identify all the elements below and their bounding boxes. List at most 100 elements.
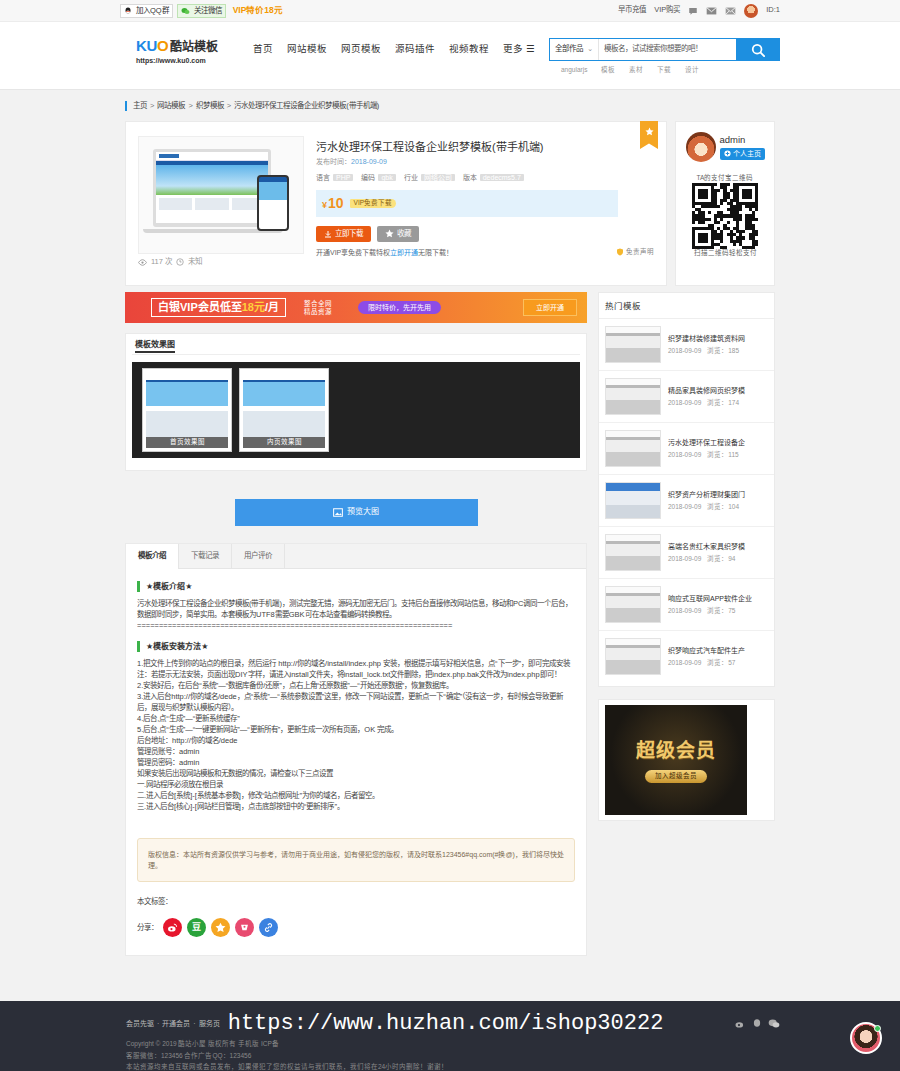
install-line: 注：若提示无法安装，页面出现DIY字样，请进入install文件夹，将insta… xyxy=(137,669,575,680)
meta-value: gbk xyxy=(378,174,395,181)
author-name[interactable]: admin xyxy=(720,134,746,147)
tab[interactable]: 下载记录 xyxy=(179,544,232,568)
install-line: 3.进入后台http://你的域名/dede，点“系统”—“系统参数设置”这里，… xyxy=(137,691,575,713)
mock-logo xyxy=(159,154,179,158)
search-input[interactable] xyxy=(599,39,736,60)
vip-ad-button[interactable]: 加入超级会员 xyxy=(645,770,707,783)
download-icon xyxy=(324,230,332,238)
header: KUO酷站模板https://www.ku0.com 首页网站模板网页模板源码插件… xyxy=(0,22,900,90)
hot-item-meta: 2018-09-09浏览：185 xyxy=(668,347,768,356)
hot-thumb xyxy=(605,430,661,467)
nav-item[interactable]: 更多 ☰ xyxy=(503,43,534,61)
hot-item-title: 精品家具装修网页织梦模 xyxy=(668,386,768,395)
hot-item[interactable]: 织梦资产分析理财集团门2018-09-09浏览：104 xyxy=(599,475,774,527)
search-button[interactable] xyxy=(736,39,779,60)
crumb-item[interactable]: 网站模板 xyxy=(157,101,185,110)
hot-item[interactable]: 织梦响应式汽车配件生产2018-09-09浏览：57 xyxy=(599,631,774,682)
download-button[interactable]: 立即下载 xyxy=(316,226,371,242)
hot-word[interactable]: 模板 xyxy=(601,66,615,75)
hot-word[interactable]: angularjs xyxy=(561,66,587,75)
vip-banner[interactable]: 白银VIP会员低至18元/月整合全网精品资源限时特价，先开先用立即开通 xyxy=(125,292,587,323)
site-logo[interactable]: KUO酷站模板https://www.ku0.com xyxy=(136,38,217,65)
hot-word[interactable]: 设计 xyxy=(685,66,699,75)
hot-views: 浏览：94 xyxy=(707,555,735,564)
footer-link[interactable]: 服务页 xyxy=(199,1019,220,1028)
nav-item[interactable]: 网页模板 xyxy=(341,43,381,61)
support-chat-avatar[interactable] xyxy=(850,1022,882,1054)
logo-url: https://www.ku0.com xyxy=(136,56,217,65)
footer-social xyxy=(734,1018,780,1029)
vip-ad-card[interactable]: 超级会员加入超级会员 xyxy=(598,699,775,821)
top-link[interactable]: VIP购买 xyxy=(654,5,680,15)
top-link[interactable]: 早币充值 xyxy=(618,5,646,15)
gallery-thumb[interactable]: 内页效果图 xyxy=(239,368,329,452)
block: 收藏 xyxy=(397,229,411,239)
banner-unit: /月 xyxy=(265,301,279,313)
vip-open-link[interactable]: 立即开通 xyxy=(390,248,418,257)
wechat-icon xyxy=(768,1018,780,1029)
laptop-mock xyxy=(153,149,271,227)
plus-icon xyxy=(724,150,731,157)
crumb-item[interactable]: 主页 xyxy=(133,101,147,110)
block: admin个人主页 xyxy=(720,134,765,159)
view-count: 117 次 xyxy=(151,257,172,267)
hot-date: 2018-09-09 xyxy=(668,659,701,668)
tab[interactable]: 用户评价 xyxy=(232,544,285,568)
category-select[interactable]: 全部作品⌄ xyxy=(550,39,599,60)
qq-group-link[interactable]: 加入QQ群 xyxy=(120,4,173,18)
nav-item[interactable]: 视频教程 xyxy=(449,43,489,61)
footer-separator: · xyxy=(193,1019,195,1028)
search-box: 全部作品⌄ xyxy=(549,38,780,61)
gallery-thumb[interactable]: 首页效果图 xyxy=(142,368,232,452)
hot-word[interactable]: 下载 xyxy=(657,66,671,75)
disclaimer-link[interactable]: 免责声明 xyxy=(616,248,654,257)
qq-group-label: 加入QQ群 xyxy=(136,5,169,17)
install-line: 一.网站程序必须放在根目录 xyxy=(137,779,575,790)
crumb-item[interactable]: 织梦模板 xyxy=(196,101,224,110)
install-line: 二.进入后台[系统]-[系统基本参数]，修改“站点根网址”为你的域名，后者留空。 xyxy=(137,790,575,801)
hot-item[interactable]: 污水处理环保工程设备企2018-09-09浏览：115 xyxy=(599,423,774,475)
tab[interactable]: 模板介绍 xyxy=(126,544,179,569)
install-heading: ★模板安装方法★ xyxy=(137,641,575,652)
status-text: 未知 xyxy=(188,257,202,267)
home-button[interactable]: 个人主页 xyxy=(720,148,765,159)
tab-content: ★模板介绍★污水处理环保工程设备企业织梦模板(带手机端)，测试完整无错，源码无加… xyxy=(126,569,586,955)
nav-item[interactable]: 源码插件 xyxy=(395,43,435,61)
share-link-button[interactable] xyxy=(259,918,278,937)
logo-part: KU xyxy=(136,38,157,54)
user-id[interactable]: ID:1 xyxy=(766,5,780,15)
nav-item[interactable]: 首页 xyxy=(253,43,273,61)
hot-word[interactable]: 素材 xyxy=(629,66,643,75)
page-main: 主页>网站模板>织梦模板>污水处理环保工程设备企业织梦模板(带手机端)117 次… xyxy=(125,101,775,956)
share-weibo-button[interactable] xyxy=(163,918,182,937)
nav-item[interactable]: 网站模板 xyxy=(287,43,327,61)
user-avatar[interactable] xyxy=(744,4,758,18)
install-line: 4.后台,点“生成”—“更新系统缓存” xyxy=(137,713,575,724)
banner-cta[interactable]: 立即开通 xyxy=(523,299,577,316)
date-label: 发布时间： xyxy=(316,158,351,165)
block: 加入QQ群关注微信 VIP特价18元 xyxy=(120,4,283,18)
hot-item[interactable]: 织梦建材装修建筑资料网2018-09-09浏览：185 xyxy=(599,319,774,371)
hot-item[interactable]: 响应式互联网APP软件企业2018-09-09浏览：75 xyxy=(599,579,774,631)
share-qzone-button[interactable] xyxy=(211,918,230,937)
hot-item[interactable]: 精品家具装修网页织梦模2018-09-09浏览：174 xyxy=(599,371,774,423)
install-line: 1.把文件上传到你的站点的根目录，然后运行 http://你的域名/instal… xyxy=(137,658,575,669)
wechat-link[interactable]: 关注微信 xyxy=(177,4,226,18)
footer-link[interactable]: 开通会员 xyxy=(162,1019,190,1028)
share-douban-button[interactable]: 豆 xyxy=(187,918,206,937)
preview-button[interactable]: 预览大图 xyxy=(235,499,478,526)
share-renren-button[interactable] xyxy=(235,918,254,937)
install-line: 2.安装好后，在后台“系统”—“数据库备份/还原”，点右上角“还原数据”—“开始… xyxy=(137,680,575,691)
vip-promo-link[interactable]: VIP特价18元 xyxy=(233,5,283,16)
crumb-item[interactable]: 污水处理环保工程设备企业织梦模板(带手机端) xyxy=(234,101,379,110)
favorite-button[interactable]: 收藏 xyxy=(377,226,419,242)
phone-mock xyxy=(257,175,289,231)
crumb-separator: > xyxy=(150,101,154,110)
message-icon xyxy=(688,6,698,16)
hot-item[interactable]: 高端名贵红木家具织梦模2018-09-09浏览：94 xyxy=(599,527,774,579)
vip-note-end: 无限下载！ xyxy=(418,248,453,257)
install-steps: 1.把文件上传到你的站点的根目录，然后运行 http://你的域名/instal… xyxy=(137,658,575,812)
footer-link[interactable]: 会员先驱 xyxy=(126,1019,154,1028)
share-label: 分享： xyxy=(137,922,158,933)
currency: ¥ xyxy=(322,200,327,210)
